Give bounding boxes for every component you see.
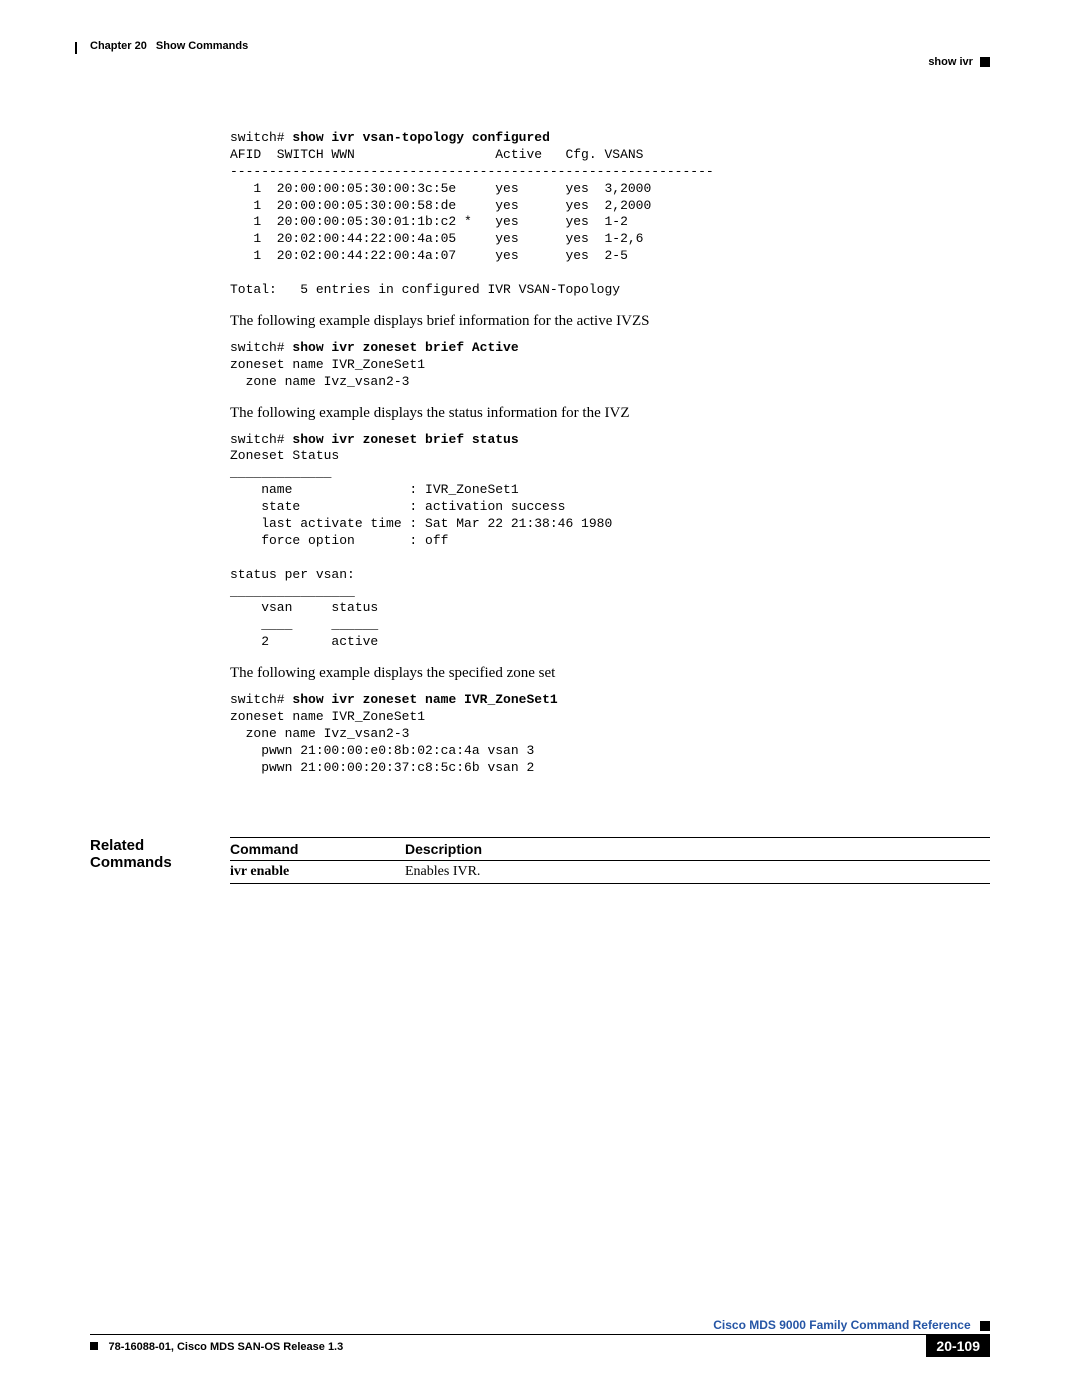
change-bar-icon (75, 42, 77, 54)
code-block-1: switch# show ivr vsan-topology configure… (230, 130, 990, 299)
square-marker-icon (90, 1342, 98, 1350)
prompt: switch# (230, 340, 292, 355)
table-header-description: Description (405, 841, 990, 857)
prompt: switch# (230, 130, 292, 145)
code-block-3: switch# show ivr zoneset brief status Zo… (230, 432, 990, 652)
code-line: force option : off (230, 533, 448, 548)
code-line: pwwn 21:00:00:e0:8b:02:ca:4a vsan 3 (230, 743, 534, 758)
code-line: last activate time : Sat Mar 22 21:38:46… (230, 516, 612, 531)
code-line: 1 20:02:00:44:22:00:4a:05 yes yes 1-2,6 (230, 231, 643, 246)
code-line: pwwn 21:00:00:20:37:c8:5c:6b vsan 2 (230, 760, 534, 775)
code-line: zone name Ivz_vsan2-3 (230, 374, 409, 389)
release-text: 78-16088-01, Cisco MDS SAN-OS Release 1.… (108, 1341, 343, 1353)
code-line: 1 20:00:00:05:30:00:58:de yes yes 2,2000 (230, 198, 651, 213)
command-text: show ivr zoneset brief Active (292, 340, 518, 355)
code-line: 1 20:00:00:05:30:01:1b:c2 * yes yes 1-2 (230, 214, 628, 229)
prompt: switch# (230, 692, 292, 707)
footer-reference: Cisco MDS 9000 Family Command Reference (90, 1318, 990, 1332)
related-commands-table: Command Description ivr enable Enables I… (230, 837, 990, 884)
related-commands-section: Related Commands Command Description ivr… (90, 837, 990, 884)
page-number: 20-109 (926, 1335, 990, 1357)
section-label-row: show ivr (90, 56, 990, 68)
table-row: ivr enable Enables IVR. (230, 861, 990, 884)
code-line: name : IVR_ZoneSet1 (230, 482, 519, 497)
command-description: Enables IVR. (405, 864, 990, 880)
command-name: ivr enable (230, 864, 405, 880)
code-line: state : activation success (230, 499, 565, 514)
code-line: 1 20:02:00:44:22:00:4a:07 yes yes 2-5 (230, 248, 628, 263)
code-line: AFID SWITCH WWN Active Cfg. VSANS (230, 147, 643, 162)
main-content: switch# show ivr vsan-topology configure… (230, 130, 990, 777)
square-marker-icon (980, 57, 990, 67)
command-text: show ivr vsan-topology configured (292, 130, 549, 145)
code-line: zoneset name IVR_ZoneSet1 (230, 709, 425, 724)
code-block-2: switch# show ivr zoneset brief Active zo… (230, 340, 990, 391)
table-header-row: Command Description (230, 837, 990, 861)
chapter-title: Show Commands (156, 40, 248, 52)
code-line: status per vsan: (230, 567, 355, 582)
footer-release: 78-16088-01, Cisco MDS SAN-OS Release 1.… (90, 1337, 343, 1355)
page-header: Chapter 20 Show Commands show ivr (90, 40, 990, 70)
table-header-command: Command (230, 841, 405, 857)
chapter-number: Chapter 20 (90, 40, 147, 52)
related-commands-label: Related Commands (90, 837, 230, 871)
section-title: show ivr (928, 56, 973, 68)
code-line: ________________ (230, 584, 355, 599)
chapter-line: Chapter 20 Show Commands (90, 40, 990, 52)
paragraph: The following example displays the speci… (230, 665, 990, 682)
code-line: ----------------------------------------… (230, 164, 714, 179)
reference-text: Cisco MDS 9000 Family Command Reference (713, 1318, 970, 1332)
code-line: Total: 5 entries in configured IVR VSAN-… (230, 282, 620, 297)
page-footer: Cisco MDS 9000 Family Command Reference … (90, 1314, 990, 1357)
paragraph: The following example displays the statu… (230, 405, 990, 422)
command-text: show ivr zoneset brief status (292, 432, 518, 447)
square-marker-icon (980, 1321, 990, 1331)
code-line: vsan status (230, 600, 378, 615)
paragraph: The following example displays brief inf… (230, 313, 990, 330)
code-line: zone name Ivz_vsan2-3 (230, 726, 409, 741)
code-line: _____________ (230, 465, 331, 480)
footer-row: 78-16088-01, Cisco MDS SAN-OS Release 1.… (90, 1335, 990, 1357)
code-line: 1 20:00:00:05:30:00:3c:5e yes yes 3,2000 (230, 181, 651, 196)
command-text: show ivr zoneset name IVR_ZoneSet1 (292, 692, 557, 707)
code-block-4: switch# show ivr zoneset name IVR_ZoneSe… (230, 692, 990, 776)
code-line: zoneset name IVR_ZoneSet1 (230, 357, 425, 372)
prompt: switch# (230, 432, 292, 447)
code-line: Zoneset Status (230, 448, 339, 463)
code-line: ____ ______ (230, 617, 378, 632)
code-line: 2 active (230, 634, 378, 649)
